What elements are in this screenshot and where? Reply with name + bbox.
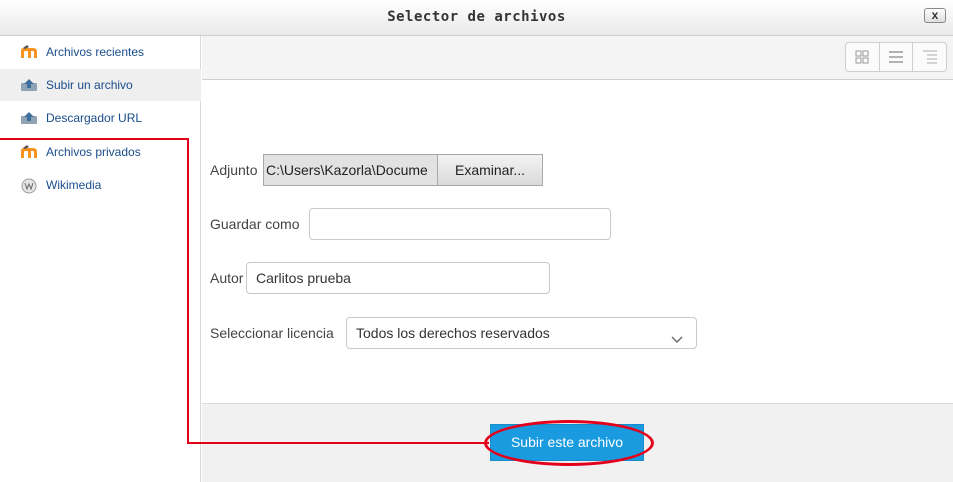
attachment-label: Adjunto	[210, 162, 258, 178]
sidebar-item-wikimedia[interactable]: Wikimedia	[0, 169, 201, 201]
upload-icon	[20, 111, 38, 125]
close-button[interactable]: x	[924, 8, 946, 23]
sidebar-item-label: Archivos privados	[46, 145, 141, 159]
save-as-label: Guardar como	[210, 216, 300, 232]
license-label: Seleccionar licencia	[210, 325, 334, 341]
annotation-line-vertical	[187, 138, 189, 444]
grid-view-icon[interactable]	[846, 43, 880, 71]
attachment-path: C:\Users\Kazorla\Docume	[264, 155, 437, 185]
sidebar-item-url-downloader[interactable]: Descargador URL	[0, 102, 201, 134]
sidebar-item-label: Descargador URL	[46, 111, 143, 125]
file-picker-dialog: Selector de archivos x Archivos reciente…	[0, 0, 953, 482]
sidebar-item-label: Subir un archivo	[46, 78, 133, 92]
sidebar-item-label: Wikimedia	[46, 178, 102, 192]
license-select[interactable]: Todos los derechos reservados	[346, 317, 697, 349]
dialog-titlebar: Selector de archivos x	[0, 0, 953, 36]
view-mode-switcher	[845, 42, 947, 72]
attachment-file-input[interactable]: C:\Users\Kazorla\Docume Examinar...	[263, 154, 543, 186]
view-toolbar	[202, 36, 953, 80]
upload-icon	[20, 78, 38, 92]
sidebar-item-label: Archivos recientes	[46, 45, 145, 59]
sidebar-item-recent-files[interactable]: Archivos recientes	[0, 36, 201, 68]
license-selected-value: Todos los derechos reservados	[356, 325, 550, 341]
annotation-highlight-oval	[484, 420, 654, 466]
author-input[interactable]: Carlitos prueba	[246, 262, 550, 294]
moodle-icon	[20, 145, 38, 159]
save-as-input[interactable]	[309, 208, 611, 240]
dialog-title: Selector de archivos	[387, 9, 566, 25]
sidebar-item-private-files[interactable]: Archivos privados	[0, 136, 201, 168]
wikimedia-icon	[20, 178, 38, 194]
list-view-icon[interactable]	[880, 43, 914, 71]
tree-view-icon[interactable]	[913, 43, 946, 71]
annotation-line-bottom	[187, 442, 489, 444]
repository-sidebar: Archivos recientes Subir un archivo Desc…	[0, 36, 201, 482]
browse-button[interactable]: Examinar...	[437, 155, 542, 185]
author-label: Autor	[210, 270, 244, 286]
annotation-line-top	[0, 138, 189, 140]
sidebar-item-upload-file[interactable]: Subir un archivo	[0, 69, 201, 101]
upload-form	[202, 81, 953, 403]
chevron-down-icon	[670, 326, 684, 343]
moodle-icon	[20, 45, 38, 59]
